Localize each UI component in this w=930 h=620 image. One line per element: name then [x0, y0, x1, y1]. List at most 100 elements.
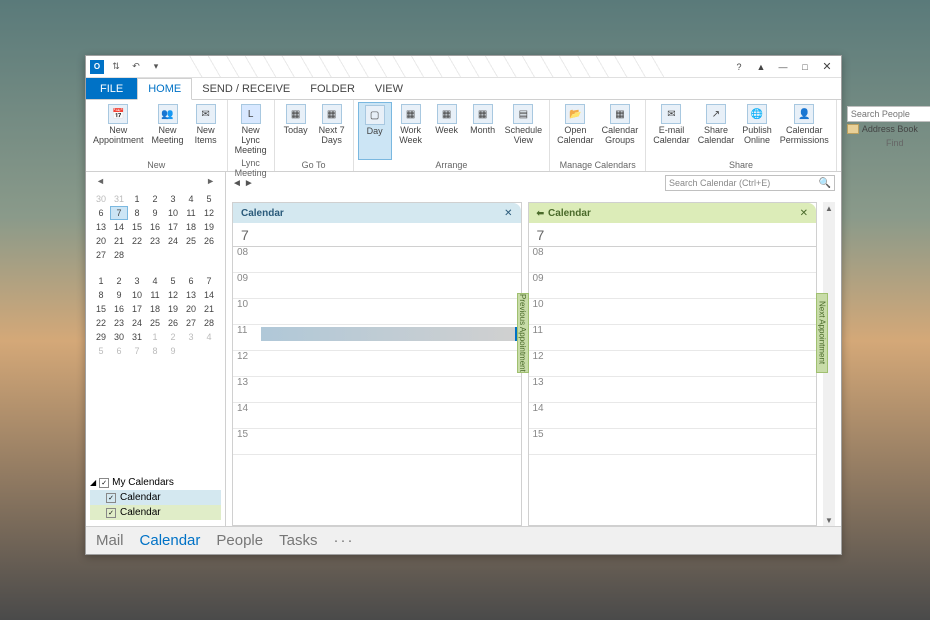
- calendar-permissions-button[interactable]: 👤Calendar Permissions: [777, 102, 832, 160]
- hour-row[interactable]: 09: [529, 273, 817, 299]
- date-cell[interactable]: 10: [164, 206, 182, 220]
- next-7-days-button[interactable]: ▦Next 7 Days: [315, 102, 349, 160]
- date-cell[interactable]: 24: [128, 316, 146, 330]
- date-cell[interactable]: 14: [200, 288, 218, 302]
- date-cell[interactable]: 4: [182, 192, 200, 206]
- scroll-down-icon[interactable]: ▼: [823, 514, 835, 526]
- date-cell[interactable]: 26: [164, 316, 182, 330]
- send-receive-tab[interactable]: SEND / RECEIVE: [192, 78, 300, 99]
- today-button[interactable]: ▦Today: [279, 102, 313, 160]
- home-tab[interactable]: HOME: [137, 78, 192, 100]
- date-cell[interactable]: 10: [128, 288, 146, 302]
- date-cell[interactable]: 9: [110, 288, 128, 302]
- week-view-button[interactable]: ▦Week: [430, 102, 464, 160]
- hour-row[interactable]: 10: [233, 299, 521, 325]
- date-cell[interactable]: 15: [128, 220, 146, 234]
- date-cell[interactable]: 16: [110, 302, 128, 316]
- mini-calendar-2[interactable]: 1234567891011121314151617181920212223242…: [86, 272, 225, 360]
- mini-calendar-1[interactable]: 3031123456789101112131415161718192021222…: [86, 190, 225, 264]
- date-cell[interactable]: 3: [182, 330, 200, 344]
- checkbox-icon[interactable]: ✓: [106, 508, 116, 518]
- date-cell[interactable]: 7: [128, 344, 146, 358]
- close-icon[interactable]: ✕: [800, 208, 808, 219]
- date-cell[interactable]: 30: [92, 192, 110, 206]
- date-cell[interactable]: 16: [146, 220, 164, 234]
- date-cell[interactable]: 15: [92, 302, 110, 316]
- date-cell[interactable]: 21: [200, 302, 218, 316]
- date-cell[interactable]: 6: [182, 274, 200, 288]
- nav-tasks[interactable]: Tasks: [279, 532, 317, 549]
- date-cell[interactable]: 7: [110, 206, 128, 220]
- new-appointment-button[interactable]: 📅New Appointment: [90, 102, 147, 160]
- hour-row[interactable]: 13: [529, 377, 817, 403]
- help-icon[interactable]: ?: [729, 60, 749, 74]
- ribbon-collapse-icon[interactable]: ▲: [751, 60, 771, 74]
- search-people-input[interactable]: [847, 106, 930, 122]
- open-calendar-button[interactable]: 📂Open Calendar: [554, 102, 597, 160]
- my-calendars-header[interactable]: ◢ ✓ My Calendars: [90, 475, 221, 490]
- date-cell[interactable]: 5: [200, 192, 218, 206]
- date-cell[interactable]: 31: [110, 192, 128, 206]
- folder-tab[interactable]: FOLDER: [300, 78, 365, 99]
- view-tab[interactable]: VIEW: [365, 78, 413, 99]
- new-lync-meeting-button[interactable]: LNew Lync Meeting: [232, 102, 270, 158]
- date-cell[interactable]: 5: [164, 274, 182, 288]
- file-tab[interactable]: FILE: [86, 78, 137, 99]
- date-cell[interactable]: 4: [200, 330, 218, 344]
- date-cell[interactable]: 1: [128, 192, 146, 206]
- calendar-tab-2[interactable]: ⬅ Calendar ✕: [529, 203, 817, 223]
- date-cell[interactable]: 5: [92, 344, 110, 358]
- minimize-button[interactable]: —: [773, 60, 793, 74]
- hour-row[interactable]: 09: [233, 273, 521, 299]
- date-cell[interactable]: 27: [92, 248, 110, 262]
- date-cell[interactable]: 20: [182, 302, 200, 316]
- previous-appointment-handle[interactable]: Previous Appointment: [517, 293, 529, 373]
- date-cell[interactable]: 6: [110, 344, 128, 358]
- date-cell[interactable]: 25: [146, 316, 164, 330]
- calendar-groups-button[interactable]: ▦Calendar Groups: [599, 102, 642, 160]
- publish-online-button[interactable]: 🌐Publish Online: [739, 102, 775, 160]
- hour-row[interactable]: 12: [233, 351, 521, 377]
- date-cell[interactable]: 29: [92, 330, 110, 344]
- new-items-button[interactable]: ✉New Items: [189, 102, 223, 160]
- calendar-item-2[interactable]: ✓ Calendar: [90, 505, 221, 520]
- date-cell[interactable]: 6: [92, 206, 110, 220]
- schedule-view-button[interactable]: ▤Schedule View: [502, 102, 546, 160]
- calendar-item-1[interactable]: ✓ Calendar: [90, 490, 221, 505]
- qat-undo-icon[interactable]: ↶: [128, 59, 144, 75]
- checkbox-icon[interactable]: ✓: [99, 478, 109, 488]
- search-calendar-input[interactable]: Search Calendar (Ctrl+E) 🔍: [665, 175, 835, 191]
- appointment-block[interactable]: [261, 327, 519, 341]
- hour-row[interactable]: 15: [233, 429, 521, 455]
- hour-row[interactable]: 13: [233, 377, 521, 403]
- date-cell[interactable]: 26: [200, 234, 218, 248]
- hour-row[interactable]: 11: [233, 325, 521, 351]
- hour-row[interactable]: 08: [233, 247, 521, 273]
- hour-row[interactable]: 14: [233, 403, 521, 429]
- address-book-button[interactable]: Address Book: [847, 124, 930, 134]
- date-cell[interactable]: 17: [128, 302, 146, 316]
- next-month-icon[interactable]: ►: [206, 176, 215, 186]
- date-cell[interactable]: 9: [164, 344, 182, 358]
- qat-send-receive-icon[interactable]: ⇅: [108, 59, 124, 75]
- hour-grid-2[interactable]: 0809101112131415: [529, 247, 817, 525]
- date-cell[interactable]: 12: [200, 206, 218, 220]
- date-cell[interactable]: 3: [164, 192, 182, 206]
- date-cell[interactable]: 23: [110, 316, 128, 330]
- date-cell[interactable]: 18: [182, 220, 200, 234]
- date-cell[interactable]: 19: [200, 220, 218, 234]
- date-cell[interactable]: 25: [182, 234, 200, 248]
- maximize-button[interactable]: □: [795, 60, 815, 74]
- work-week-button[interactable]: ▦Work Week: [394, 102, 428, 160]
- date-cell[interactable]: 11: [146, 288, 164, 302]
- nav-calendar[interactable]: Calendar: [140, 532, 201, 549]
- date-cell[interactable]: 24: [164, 234, 182, 248]
- date-cell[interactable]: 31: [128, 330, 146, 344]
- date-cell[interactable]: 22: [92, 316, 110, 330]
- date-cell[interactable]: 7: [200, 274, 218, 288]
- date-cell[interactable]: 19: [164, 302, 182, 316]
- hour-row[interactable]: 15: [529, 429, 817, 455]
- date-cell[interactable]: 4: [146, 274, 164, 288]
- prev-month-icon[interactable]: ◄: [96, 176, 105, 186]
- share-calendar-button[interactable]: ↗Share Calendar: [695, 102, 738, 160]
